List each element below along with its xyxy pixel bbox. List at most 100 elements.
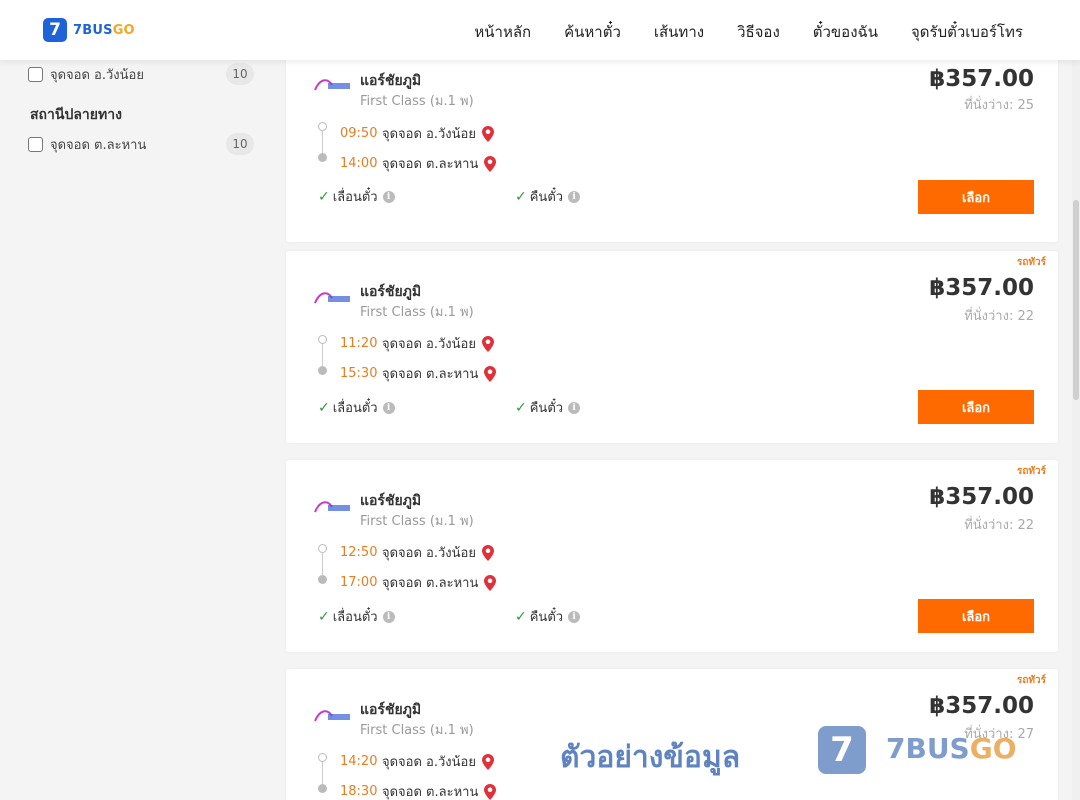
logo-mark-icon: 7	[43, 18, 67, 42]
seats-available: ที่นั่งว่าง: 25	[964, 98, 1034, 113]
arrival-stop: 18:30 จุดจอด ต.ละหาน	[340, 781, 497, 800]
seats-available: ที่นั่งว่าง: 22	[964, 518, 1034, 533]
check-icon: ✓	[515, 608, 527, 625]
departure-stop: 11:20 จุดจอด อ.วังน้อย	[340, 333, 494, 354]
departure-place: จุดจอด อ.วังน้อย	[382, 337, 476, 352]
origin-filter-item[interactable]: จุดจอด อ.วังน้อย 10	[28, 63, 254, 85]
top-header: 7 7BUSGO หน้าหลัก ค้นหาตั๋ว เส้นทาง วิธี…	[0, 0, 1080, 60]
map-pin-icon[interactable]	[481, 125, 494, 142]
operator-logo-icon	[314, 501, 350, 513]
arrival-time: 14:00	[340, 156, 378, 171]
nav-search-tickets[interactable]: ค้นหาตั๋ว	[564, 20, 621, 44]
map-pin-icon[interactable]	[484, 365, 497, 382]
operator-logo-icon	[314, 292, 350, 304]
operator-name: แอร์ชัยภูมิ	[360, 284, 422, 300]
bus-type-tag: รถทัวร์	[1016, 675, 1046, 686]
filter-label: จุดจอด อ.วังน้อย	[50, 67, 144, 83]
nav-ticket-points[interactable]: จุดรับตั๋วเบอร์โทร	[911, 20, 1023, 44]
origin-filter-checkbox[interactable]	[28, 66, 43, 82]
nav-home[interactable]: หน้าหลัก	[474, 20, 531, 44]
price: ฿357.00	[929, 66, 1034, 92]
select-trip-button[interactable]: เลือก	[918, 390, 1034, 424]
departure-place: จุดจอด อ.วังน้อย	[382, 755, 476, 770]
bus-class: First Class (ม.1 พ)	[360, 514, 474, 529]
destination-section-title: สถานีปลายทาง	[30, 107, 122, 123]
logo-text: 7BUSGO	[73, 22, 135, 38]
bus-class: First Class (ม.1 พ)	[360, 94, 474, 109]
bus-type-tag: รถทัวร์	[1016, 466, 1046, 477]
arrival-time: 15:30	[340, 366, 378, 381]
main-nav: หน้าหลัก ค้นหาตั๋ว เส้นทาง วิธีจอง ตั๋วข…	[474, 20, 1023, 44]
price: ฿357.00	[929, 693, 1034, 719]
arrival-stop: 15:30 จุดจอด ต.ละหาน	[340, 363, 497, 384]
trip-card: แอร์ชัยภูมิ First Class (ม.1 พ) ฿357.00 …	[286, 50, 1058, 242]
operator-name: แอร์ชัยภูมิ	[360, 493, 422, 509]
departure-place: จุดจอด อ.วังน้อย	[382, 127, 476, 142]
departure-stop: 09:50 จุดจอด อ.วังน้อย	[340, 123, 494, 144]
arrival-place: จุดจอด ต.ละหาน	[382, 576, 479, 591]
info-icon[interactable]: i	[568, 190, 581, 203]
departure-time: 14:20	[340, 754, 378, 769]
operator-logo-icon	[314, 710, 350, 722]
arrival-place: จุดจอด ต.ละหาน	[382, 367, 479, 382]
arrival-time: 17:00	[340, 575, 378, 590]
trip-card: รถทัวร์ แอร์ชัยภูมิ First Class (ม.1 พ) …	[286, 251, 1058, 443]
brand-logo[interactable]: 7 7BUSGO	[43, 18, 135, 42]
nav-how-to-book[interactable]: วิธีจอง	[737, 20, 780, 44]
bus-class: First Class (ม.1 พ)	[360, 305, 474, 320]
destination-filter-checkbox[interactable]	[28, 136, 43, 152]
route-timeline	[318, 544, 328, 584]
select-trip-button[interactable]: เลือก	[918, 180, 1034, 214]
map-pin-icon[interactable]	[484, 783, 497, 800]
arrival-place: จุดจอด ต.ละหาน	[382, 157, 479, 172]
info-icon[interactable]: i	[568, 401, 581, 414]
bus-type-tag: รถทัวร์	[1016, 257, 1046, 268]
map-pin-icon[interactable]	[484, 155, 497, 172]
filter-label: จุดจอด ต.ละหาน	[50, 137, 147, 153]
route-timeline	[318, 335, 328, 375]
filter-count-badge: 10	[226, 63, 254, 85]
trip-card: รถทัวร์ แอร์ชัยภูมิ First Class (ม.1 พ) …	[286, 460, 1058, 652]
departure-time: 09:50	[340, 126, 378, 141]
departure-stop: 12:50 จุดจอด อ.วังน้อย	[340, 542, 494, 563]
check-icon: ✓	[515, 399, 527, 416]
seats-available: ที่นั่งว่าง: 27	[964, 727, 1034, 742]
check-icon: ✓	[318, 399, 330, 416]
info-icon[interactable]: i	[382, 401, 395, 414]
info-icon[interactable]: i	[382, 190, 395, 203]
nav-my-tickets[interactable]: ตั๋วของฉัน	[813, 20, 878, 44]
scrollbar-thumb[interactable]	[1073, 200, 1079, 400]
check-icon: ✓	[318, 608, 330, 625]
info-icon[interactable]: i	[568, 610, 581, 623]
operator-name: แอร์ชัยภูมิ	[360, 73, 422, 89]
page-scrollbar[interactable]	[1072, 60, 1080, 800]
price: ฿357.00	[929, 484, 1034, 510]
map-pin-icon[interactable]	[481, 753, 494, 770]
trip-card: รถทัวร์ แอร์ชัยภูมิ First Class (ม.1 พ) …	[286, 669, 1058, 800]
route-timeline	[318, 122, 328, 162]
arrival-stop: 14:00 จุดจอด ต.ละหาน	[340, 153, 497, 174]
bus-class: First Class (ม.1 พ)	[360, 723, 474, 738]
check-icon: ✓	[515, 188, 527, 205]
price: ฿357.00	[929, 275, 1034, 301]
seats-available: ที่นั่งว่าง: 22	[964, 309, 1034, 324]
check-icon: ✓	[318, 188, 330, 205]
operator-logo-icon	[314, 79, 350, 91]
departure-place: จุดจอด อ.วังน้อย	[382, 546, 476, 561]
map-pin-icon[interactable]	[484, 574, 497, 591]
map-pin-icon[interactable]	[481, 544, 494, 561]
map-pin-icon[interactable]	[481, 335, 494, 352]
select-trip-button[interactable]: เลือก	[918, 599, 1034, 633]
feature-refund: ✓ คืนตั๋ว i	[515, 606, 581, 627]
feature-refund: ✓ คืนตั๋ว i	[515, 186, 581, 207]
feature-reschedule: ✓ เลื่อนตั๋ว i	[318, 186, 395, 207]
nav-routes[interactable]: เส้นทาง	[654, 20, 704, 44]
departure-time: 12:50	[340, 545, 378, 560]
filter-count-badge: 10	[226, 133, 254, 155]
feature-reschedule: ✓ เลื่อนตั๋ว i	[318, 606, 395, 627]
info-icon[interactable]: i	[382, 610, 395, 623]
feature-reschedule: ✓ เลื่อนตั๋ว i	[318, 397, 395, 418]
destination-filter-item[interactable]: จุดจอด ต.ละหาน 10	[28, 133, 254, 155]
feature-refund: ✓ คืนตั๋ว i	[515, 397, 581, 418]
arrival-stop: 17:00 จุดจอด ต.ละหาน	[340, 572, 497, 593]
